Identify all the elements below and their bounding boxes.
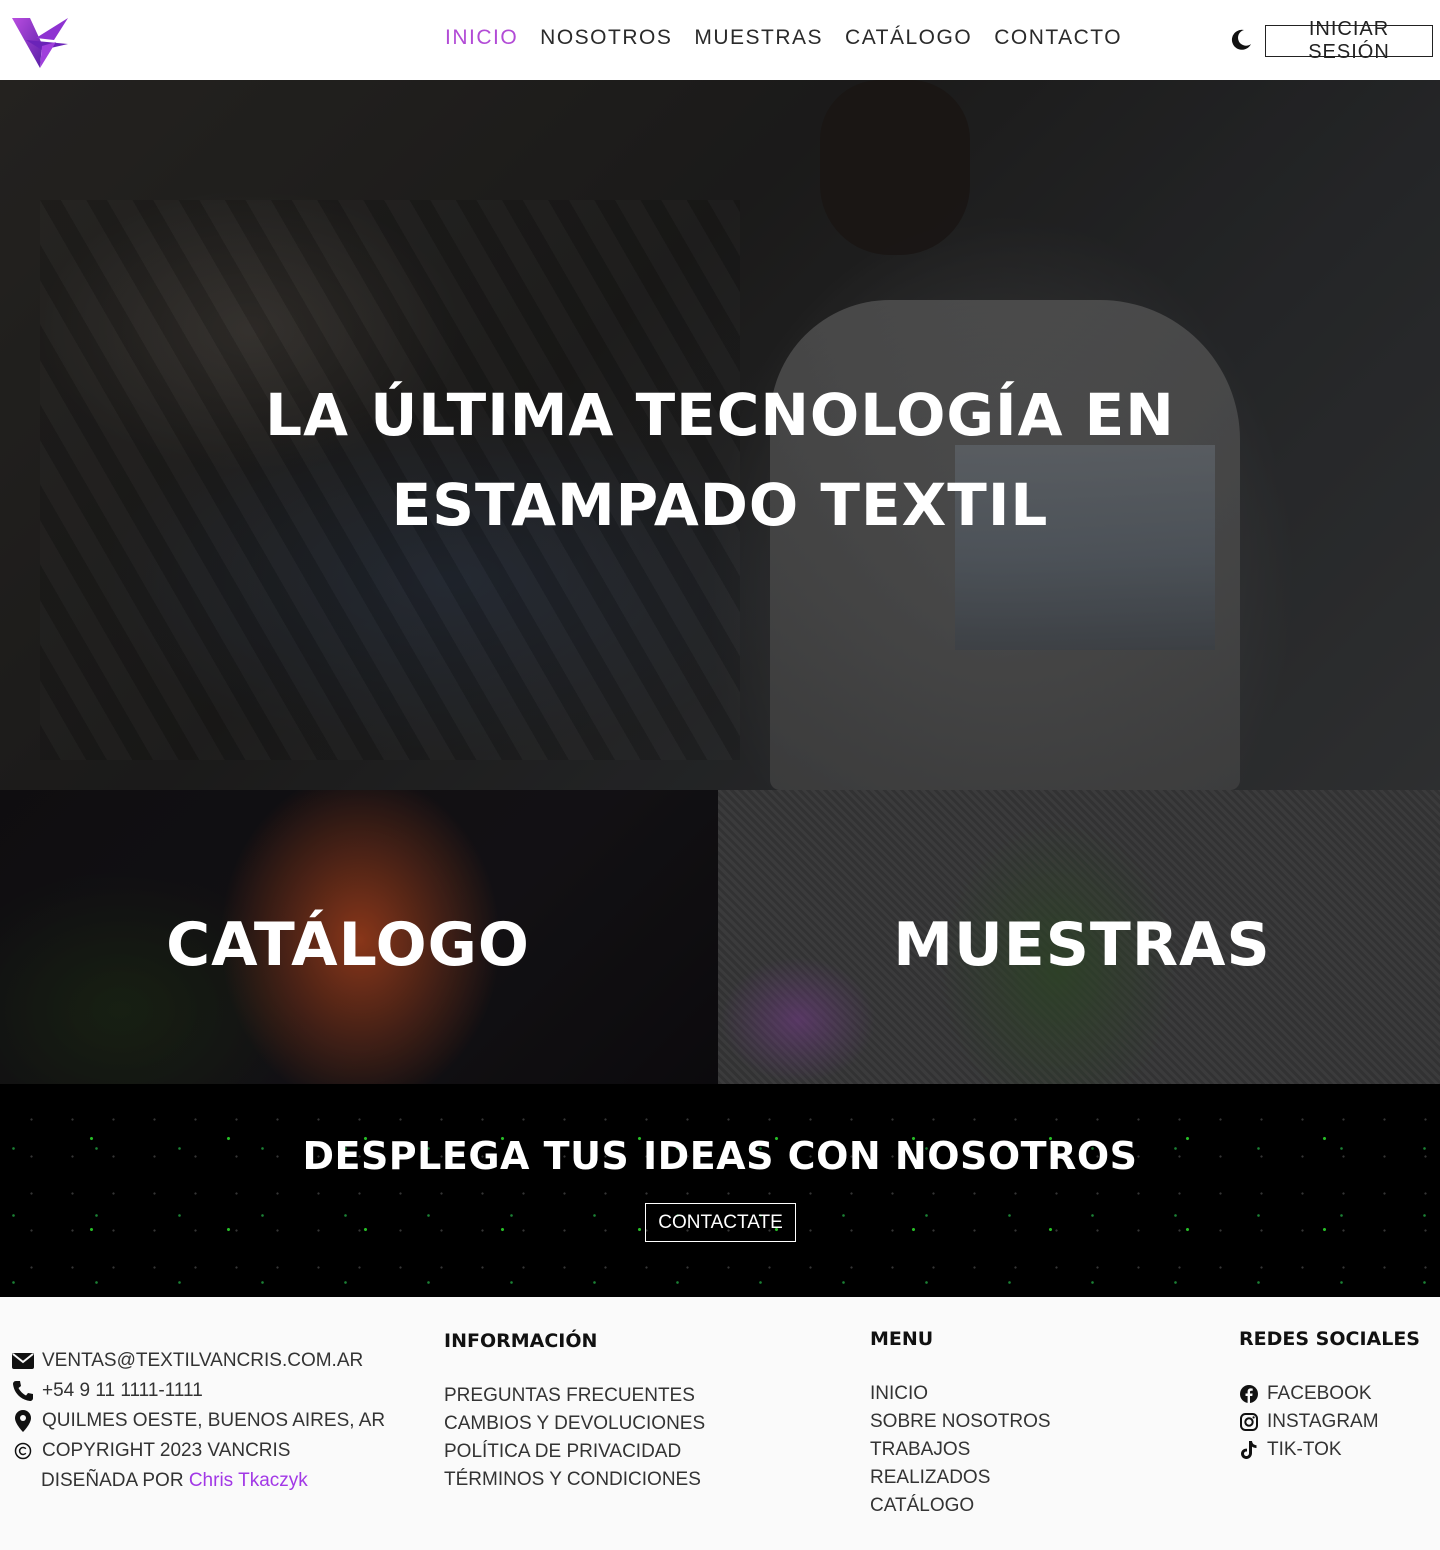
footer-phone[interactable]: +54 9 11 1111-1111: [12, 1380, 203, 1402]
catalog-tile[interactable]: CATÁLOGO: [0, 790, 718, 1084]
footer-link-privacy[interactable]: POLÍTICA DE PRIVACIDAD: [444, 1441, 681, 1463]
footer-menu-inicio[interactable]: INICIO: [870, 1383, 928, 1405]
contact-button[interactable]: CONTACTATE: [645, 1203, 796, 1242]
top-navbar: INICIO NOSOTROS MUESTRAS CATÁLOGO CONTAC…: [0, 0, 1440, 80]
hero-title: LA ÚLTIMA TECNOLOGÍA EN ESTAMPADO TEXTIL: [265, 381, 1175, 539]
footer-menu-catalogo[interactable]: CATÁLOGO: [870, 1495, 974, 1517]
footer-copyright-text: COPYRIGHT 2023 VANCRIS: [42, 1440, 291, 1461]
footer-link-returns[interactable]: CAMBIOS Y DEVOLUCIONES: [444, 1413, 705, 1435]
social-tiktok-label: TIK-TOK: [1267, 1439, 1342, 1460]
social-facebook[interactable]: FACEBOOK: [1239, 1383, 1372, 1405]
nav-muestras[interactable]: MUESTRAS: [694, 26, 823, 50]
footer-info-heading: INFORMACIÓN: [444, 1330, 598, 1352]
footer-phone-text: +54 9 11 1111-1111: [42, 1380, 203, 1401]
phone-icon: [12, 1380, 34, 1402]
samples-tile-label: MUESTRAS: [893, 910, 1271, 980]
copyright-icon: [12, 1440, 34, 1462]
cta-dots-background: [0, 1084, 1440, 1297]
footer-menu-trabajos[interactable]: TRABAJOS: [870, 1439, 970, 1461]
footer-designed-prefix: DISEÑADA POR: [41, 1470, 184, 1491]
footer-email[interactable]: VENTAS@TEXTILVANCRIS.COM.AR: [12, 1350, 363, 1372]
nav-catalogo[interactable]: CATÁLOGO: [845, 26, 972, 50]
footer-designed-by: DISEÑADA POR Chris Tkaczyk: [41, 1470, 308, 1492]
designer-link[interactable]: Chris Tkaczyk: [189, 1470, 308, 1492]
main-nav: INICIO NOSOTROS MUESTRAS CATÁLOGO CONTAC…: [445, 26, 1122, 50]
cta-section: DESPLEGA TUS IDEAS CON NOSOTROS CONTACTA…: [0, 1084, 1440, 1297]
moon-icon[interactable]: [1230, 29, 1252, 51]
nav-nosotros[interactable]: NOSOTROS: [540, 26, 672, 50]
footer-location-text: QUILMES OESTE, BUENOS AIRES, AR: [42, 1410, 386, 1431]
facebook-icon: [1239, 1383, 1259, 1405]
samples-tile[interactable]: MUESTRAS: [718, 790, 1440, 1084]
footer-email-text: VENTAS@TEXTILVANCRIS.COM.AR: [42, 1350, 364, 1371]
location-pin-icon: [12, 1410, 34, 1432]
social-tiktok[interactable]: TIK-TOK: [1239, 1439, 1342, 1461]
logo-v-icon[interactable]: [12, 16, 70, 68]
cta-title: DESPLEGA TUS IDEAS CON NOSOTROS: [302, 1134, 1138, 1178]
tiktok-icon: [1239, 1439, 1259, 1461]
social-instagram[interactable]: INSTAGRAM: [1239, 1411, 1379, 1433]
footer-link-faq[interactable]: PREGUNTAS FRECUENTES: [444, 1385, 695, 1407]
footer-location: QUILMES OESTE, BUENOS AIRES, AR: [12, 1410, 385, 1432]
footer-menu-sobre-nosotros[interactable]: SOBRE NOSOTROS: [870, 1411, 1051, 1433]
catalog-tile-label: CATÁLOGO: [166, 910, 530, 980]
envelope-icon: [12, 1350, 34, 1372]
hero-banner: LA ÚLTIMA TECNOLOGÍA EN ESTAMPADO TEXTIL: [0, 80, 1440, 790]
login-button[interactable]: INICIAR SESIÓN: [1265, 18, 1433, 63]
instagram-icon: [1239, 1411, 1259, 1433]
social-instagram-label: INSTAGRAM: [1267, 1411, 1379, 1432]
footer: VENTAS@TEXTILVANCRIS.COM.AR +54 9 11 111…: [0, 1297, 1440, 1550]
footer-social-heading: REDES SOCIALES: [1239, 1328, 1420, 1350]
nav-contacto[interactable]: CONTACTO: [994, 26, 1122, 50]
footer-link-terms[interactable]: TÉRMINOS Y CONDICIONES: [444, 1469, 701, 1491]
footer-menu-realizados[interactable]: REALIZADOS: [870, 1467, 990, 1489]
social-facebook-label: FACEBOOK: [1267, 1383, 1372, 1404]
footer-menu-heading: MENU: [870, 1328, 934, 1350]
footer-copyright: COPYRIGHT 2023 VANCRIS: [12, 1440, 290, 1462]
nav-inicio[interactable]: INICIO: [445, 26, 518, 50]
